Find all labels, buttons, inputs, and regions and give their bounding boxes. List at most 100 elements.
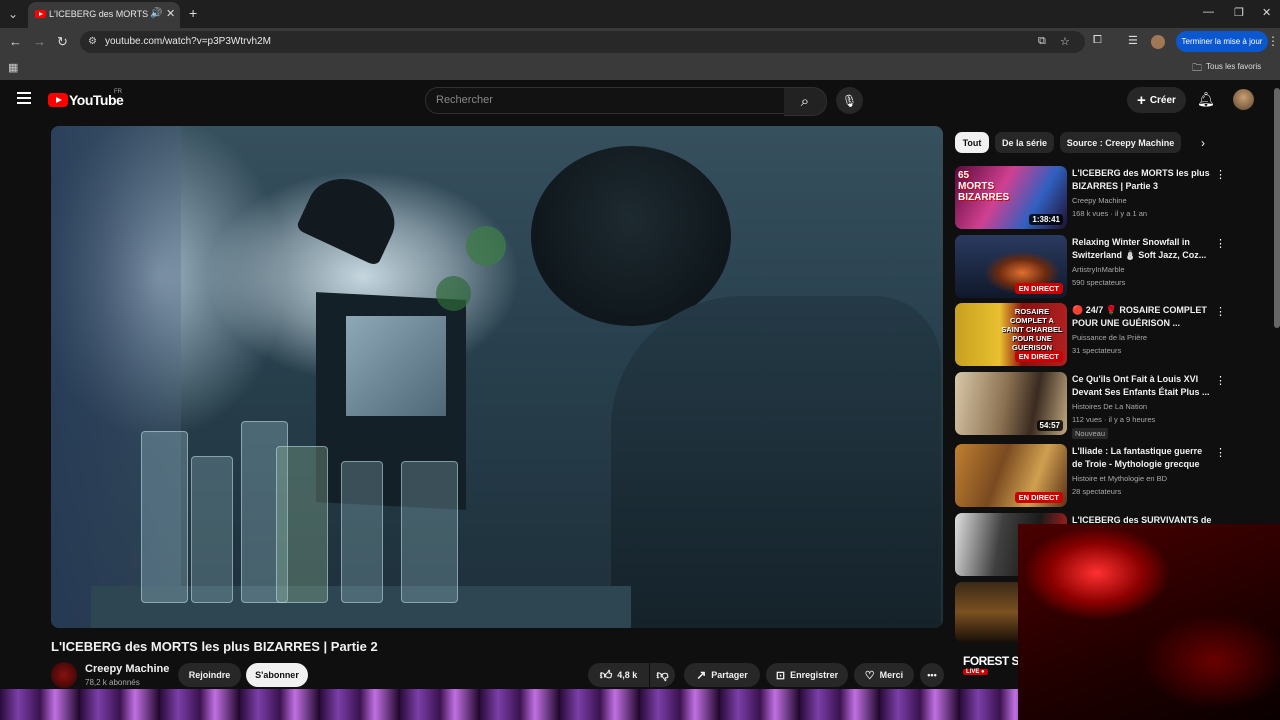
tab-search-button[interactable]: ⌄ — [4, 5, 22, 23]
more-options-icon[interactable]: ⋮ — [1215, 305, 1226, 318]
subscribe-button[interactable]: S'abonner — [246, 663, 308, 687]
account-avatar[interactable] — [1233, 89, 1254, 110]
thumbs-down-icon: 👎︎ — [656, 667, 669, 682]
apps-grid-icon[interactable]: ▦ — [8, 61, 18, 74]
dislike-button[interactable]: 👎︎ — [650, 663, 675, 687]
recommendation-item[interactable]: 54:57 Ce Qu'ils Ont Fait à Louis XVI Dev… — [955, 372, 1255, 439]
chip-all[interactable]: Tout — [955, 132, 989, 153]
live-badge: EN DIRECT — [1014, 492, 1063, 503]
like-button[interactable]: 👍︎ 4,8 k — [588, 663, 649, 687]
channel-avatar[interactable] — [51, 662, 77, 688]
install-app-icon[interactable]: ⧉ — [1038, 35, 1046, 48]
recommendation-title: Ce Qu'ils Ont Fait à Louis XVI Devant Se… — [1072, 374, 1210, 397]
reading-list-icon[interactable]: ☰ — [1128, 34, 1138, 47]
audio-playing-icon[interactable]: 🔊 — [150, 8, 162, 19]
address-bar[interactable]: ⚙ youtube.com/watch?v=p3P3Wtrvh2M ⧉ ☆ — [80, 31, 1085, 53]
recommendation-channel: ArtistryInMarble — [1072, 265, 1125, 274]
webcam-overlay — [1018, 524, 1280, 720]
recommendation-title: 🔴 24/7 🌹 ROSAIRE COMPLET POUR UNE GUÉRIS… — [1072, 305, 1207, 328]
recommendation-item[interactable]: EN DIRECT L'Iliade : La fantastique guer… — [955, 444, 1255, 508]
recommendation-meta: 168 k vues · il y a 1 an — [1072, 209, 1148, 218]
person-body — [611, 296, 941, 628]
more-options-icon[interactable]: ⋮ — [1215, 446, 1226, 459]
forward-icon[interactable]: → — [33, 34, 46, 49]
tab-title: L'ICEBERG des MORTS les plus BIZARRES | … — [49, 9, 149, 19]
join-button[interactable]: Rejoindre — [178, 663, 241, 687]
hamburger-menu-icon[interactable] — [17, 92, 31, 104]
search-input[interactable]: Rechercher — [425, 87, 786, 114]
video-title: L'ICEBERG des MORTS les plus BIZARRES | … — [51, 639, 378, 654]
site-info-icon[interactable]: ⚙ — [88, 36, 100, 48]
browser-menu-icon[interactable]: ⋮ — [1267, 34, 1279, 48]
chip-source[interactable]: Source : Creepy Machine — [1060, 132, 1181, 153]
save-button[interactable]: ⊡ Enregistrer — [766, 663, 848, 687]
new-badge: Nouveau — [1072, 428, 1109, 439]
new-tab-button[interactable]: + — [189, 5, 197, 21]
microphone-icon: 🎙 — [841, 93, 858, 108]
search-icon: ⌕ — [800, 93, 810, 110]
video-thumbnail: 54:57 — [955, 372, 1067, 435]
chevron-right-icon[interactable]: › — [1201, 136, 1205, 150]
thumbnail-text: 65 MORTS BIZARRES — [958, 170, 1010, 203]
recommendation-title: L'ICEBERG des MORTS les plus BIZARRES | … — [1072, 168, 1210, 191]
more-options-icon[interactable]: ⋮ — [1215, 374, 1226, 387]
recommendation-item[interactable]: EN DIRECT Relaxing Winter Snowfall in Sw… — [955, 235, 1255, 299]
subscriber-count: 78,2 k abonnés — [85, 678, 140, 687]
browser-tab-bar: ⌄ L'ICEBERG des MORTS les plus BIZARRES … — [0, 0, 1280, 28]
recommendation-item[interactable]: ROSAIRE COMPLET A SAINT CHARBEL POUR UNE… — [955, 303, 1255, 367]
back-icon[interactable]: ← — [9, 34, 22, 49]
country-code: FR — [114, 89, 122, 95]
thumbs-up-icon: 👍︎ — [599, 667, 613, 682]
reload-icon[interactable]: ↻ — [57, 34, 68, 50]
stream-overlay-title: FOREST S — [963, 654, 1020, 668]
channel-name[interactable]: Creepy Machine — [85, 663, 169, 675]
recommendation-channel: Histoires De La Nation — [1072, 402, 1148, 411]
bookmark-icon: ⊡ — [775, 669, 786, 682]
recommendation-meta: 112 vues · il y a 9 heures — [1072, 415, 1156, 424]
recommendation-item[interactable]: 65 MORTS BIZARRES 1:38:41 L'ICEBERG des … — [955, 166, 1255, 230]
youtube-play-icon — [48, 93, 68, 107]
share-label: Partager — [711, 670, 748, 680]
extensions-icon[interactable]: ⧠ — [1093, 34, 1102, 47]
page-scrollbar[interactable] — [1274, 88, 1280, 328]
folder-icon: 🗀 — [1192, 63, 1202, 74]
browser-tab[interactable]: L'ICEBERG des MORTS les plus BIZARRES | … — [28, 2, 180, 28]
bookmark-star-icon[interactable]: ☆ — [1060, 35, 1070, 48]
video-thumbnail: EN DIRECT — [955, 444, 1067, 507]
update-button[interactable]: Terminer la mise à jour — [1176, 31, 1268, 52]
desk-lamp — [295, 165, 407, 267]
profile-avatar[interactable] — [1151, 35, 1165, 49]
all-bookmarks-link[interactable]: Tous les favoris — [1206, 62, 1261, 71]
plus-icon: + — [1137, 91, 1146, 109]
flask — [191, 456, 233, 603]
search-placeholder: Rechercher — [436, 94, 493, 106]
more-actions-button[interactable]: ••• — [920, 663, 944, 687]
more-options-icon[interactable]: ⋮ — [1215, 237, 1226, 250]
recommendation-meta: 31 spectateurs — [1072, 346, 1122, 355]
flask — [276, 446, 328, 603]
recommendation-channel: Creepy Machine — [1072, 196, 1127, 205]
thanks-heart-icon: ♡ — [864, 669, 875, 682]
url-text: youtube.com/watch?v=p3P3Wtrvh2M — [105, 36, 271, 47]
stream-live-badge: LIVE ● — [963, 669, 988, 675]
thanks-button[interactable]: ♡ Merci — [854, 663, 914, 687]
notifications-bell-icon[interactable]: 🔔︎ — [1197, 91, 1215, 108]
live-badge: EN DIRECT — [1014, 283, 1063, 294]
share-icon: ↗ — [696, 668, 707, 682]
search-button[interactable]: ⌕ — [784, 87, 827, 116]
tab-close-icon[interactable]: ✕ — [166, 7, 175, 20]
create-button[interactable]: + Créer — [1127, 87, 1186, 113]
maximize-icon[interactable]: ❐ — [1234, 6, 1244, 19]
monitor-screen — [346, 316, 446, 416]
share-button[interactable]: ↗ Partager — [684, 663, 760, 687]
video-thumbnail: 65 MORTS BIZARRES 1:38:41 — [955, 166, 1067, 229]
window-close-icon[interactable]: ✕ — [1262, 6, 1271, 19]
more-options-icon[interactable]: ⋮ — [1215, 168, 1226, 181]
voice-search-button[interactable]: 🎙 — [836, 87, 863, 114]
minimize-icon[interactable]: — — [1203, 6, 1214, 18]
video-player[interactable] — [51, 126, 943, 628]
duration-badge: 54:57 — [1036, 420, 1063, 431]
chip-series[interactable]: De la série — [995, 132, 1054, 153]
flask — [141, 431, 188, 603]
browser-toolbar: ← → ↻ ⚙ youtube.com/watch?v=p3P3Wtrvh2M … — [0, 28, 1280, 56]
